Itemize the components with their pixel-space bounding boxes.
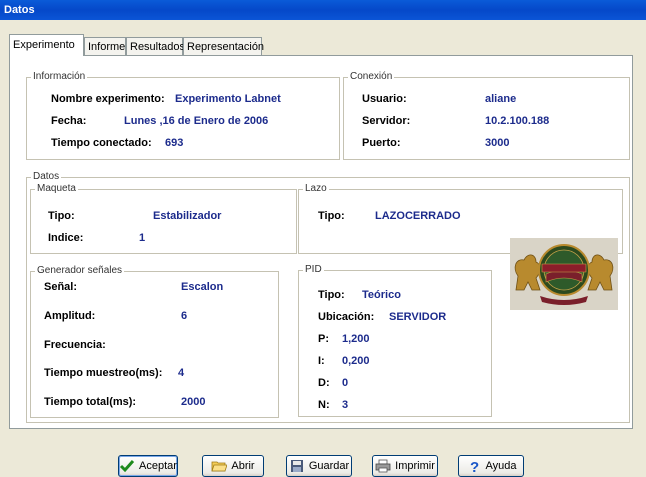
i-value: 0,200: [342, 355, 370, 367]
puerto-value: 3000: [485, 137, 510, 149]
maqueta-group: Maqueta Tipo: Estabilizador Indice: 1: [30, 183, 297, 254]
guardar-button[interactable]: Guardar: [286, 455, 352, 477]
maqueta-tipo-value: Estabilizador: [153, 210, 222, 222]
ayuda-label: Ayuda: [485, 460, 517, 472]
tab-informe[interactable]: Informe: [84, 37, 126, 55]
generador-group-label: Generador señales: [35, 265, 125, 277]
usuario-label: Usuario:: [362, 93, 407, 105]
tiempo-conectado-value: 693: [165, 137, 184, 149]
ayuda-button[interactable]: ? Ayuda: [458, 455, 524, 477]
n-value: 3: [342, 399, 349, 411]
abrir-label: Abrir: [231, 460, 255, 472]
maqueta-tipo-label: Tipo:: [48, 210, 75, 222]
fecha-label: Fecha:: [51, 115, 87, 127]
svg-text:?: ?: [470, 459, 479, 473]
pid-group: PID Tipo: Teórico Ubicación: SERVIDOR P:…: [298, 264, 492, 417]
p-value: 1,200: [342, 333, 370, 345]
amplitud-value: 6: [181, 310, 188, 322]
n-label: N:: [318, 399, 330, 411]
guardar-label: Guardar: [308, 460, 350, 472]
aceptar-button[interactable]: Aceptar: [118, 455, 178, 477]
save-disk-icon: [290, 460, 303, 472]
senal-label: Señal:: [44, 281, 78, 293]
informacion-group-label: Información: [31, 71, 88, 83]
datos-window: Datos Experimento Informe Resultados Rep…: [0, 0, 646, 477]
imprimir-label: Imprimir: [395, 460, 435, 472]
ubicacion-value: SERVIDOR: [389, 311, 447, 323]
lazo-tipo-value: LAZOCERRADO: [375, 210, 461, 222]
amplitud-label: Amplitud:: [44, 310, 96, 322]
window-title: Datos: [4, 4, 35, 16]
folder-open-icon: [211, 461, 228, 472]
pid-group-label: PID: [303, 264, 324, 276]
i-label: I:: [318, 355, 325, 367]
universidad-europea-madrid-logo: [510, 238, 618, 310]
tab-experimento[interactable]: Experimento: [9, 34, 84, 56]
title-bar: Datos: [0, 0, 646, 20]
maqueta-indice-label: Indice:: [48, 232, 84, 244]
abrir-button[interactable]: Abrir: [202, 455, 264, 477]
lazo-group-label: Lazo: [303, 183, 329, 195]
informacion-group: Información Nombre experimento: Experime…: [26, 71, 340, 160]
usuario-value: aliane: [485, 93, 517, 105]
maqueta-indice-value: 1: [139, 232, 146, 244]
tiempo-total-value: 2000: [181, 396, 206, 408]
maqueta-group-label: Maqueta: [35, 183, 78, 195]
tiempo-muestreo-value: 4: [178, 367, 185, 379]
tab-representacion[interactable]: Representación: [183, 37, 264, 55]
ubicacion-label: Ubicación:: [318, 311, 375, 323]
aceptar-label: Aceptar: [139, 460, 177, 472]
datos-group-label: Datos: [31, 171, 62, 183]
p-label: P:: [318, 333, 329, 345]
frecuencia-label: Frecuencia:: [44, 339, 106, 351]
nombre-experimento-label: Nombre experimento:: [51, 93, 165, 105]
d-value: 0: [342, 377, 349, 389]
tiempo-conectado-label: Tiempo conectado:: [51, 137, 152, 149]
puerto-label: Puerto:: [362, 137, 401, 149]
imprimir-button[interactable]: Imprimir: [372, 455, 438, 477]
senal-value: Escalon: [181, 281, 224, 293]
pid-tipo-value: Teórico: [362, 289, 401, 301]
fecha-value: Lunes ,16 de Enero de 2006: [124, 115, 269, 127]
d-label: D:: [318, 377, 330, 389]
servidor-label: Servidor:: [362, 115, 411, 127]
printer-icon: [375, 459, 391, 473]
servidor-value: 10.2.100.188: [485, 115, 550, 127]
checkmark-icon: [119, 460, 135, 473]
generador-senales-group: Generador señales Señal: Escalon Amplitu…: [30, 265, 279, 418]
help-question-icon: ?: [470, 459, 479, 473]
nombre-experimento-value: Experimento Labnet: [175, 93, 281, 105]
tab-resultados[interactable]: Resultados: [126, 37, 185, 55]
lazo-tipo-label: Tipo:: [318, 210, 345, 222]
conexion-group: Conexión Usuario: aliane Servidor: 10.2.…: [343, 71, 630, 160]
tiempo-muestreo-label: Tiempo muestreo(ms):: [44, 367, 163, 379]
pid-tipo-label: Tipo:: [318, 289, 345, 301]
conexion-group-label: Conexión: [348, 71, 395, 83]
tiempo-total-label: Tiempo total(ms):: [44, 396, 137, 408]
